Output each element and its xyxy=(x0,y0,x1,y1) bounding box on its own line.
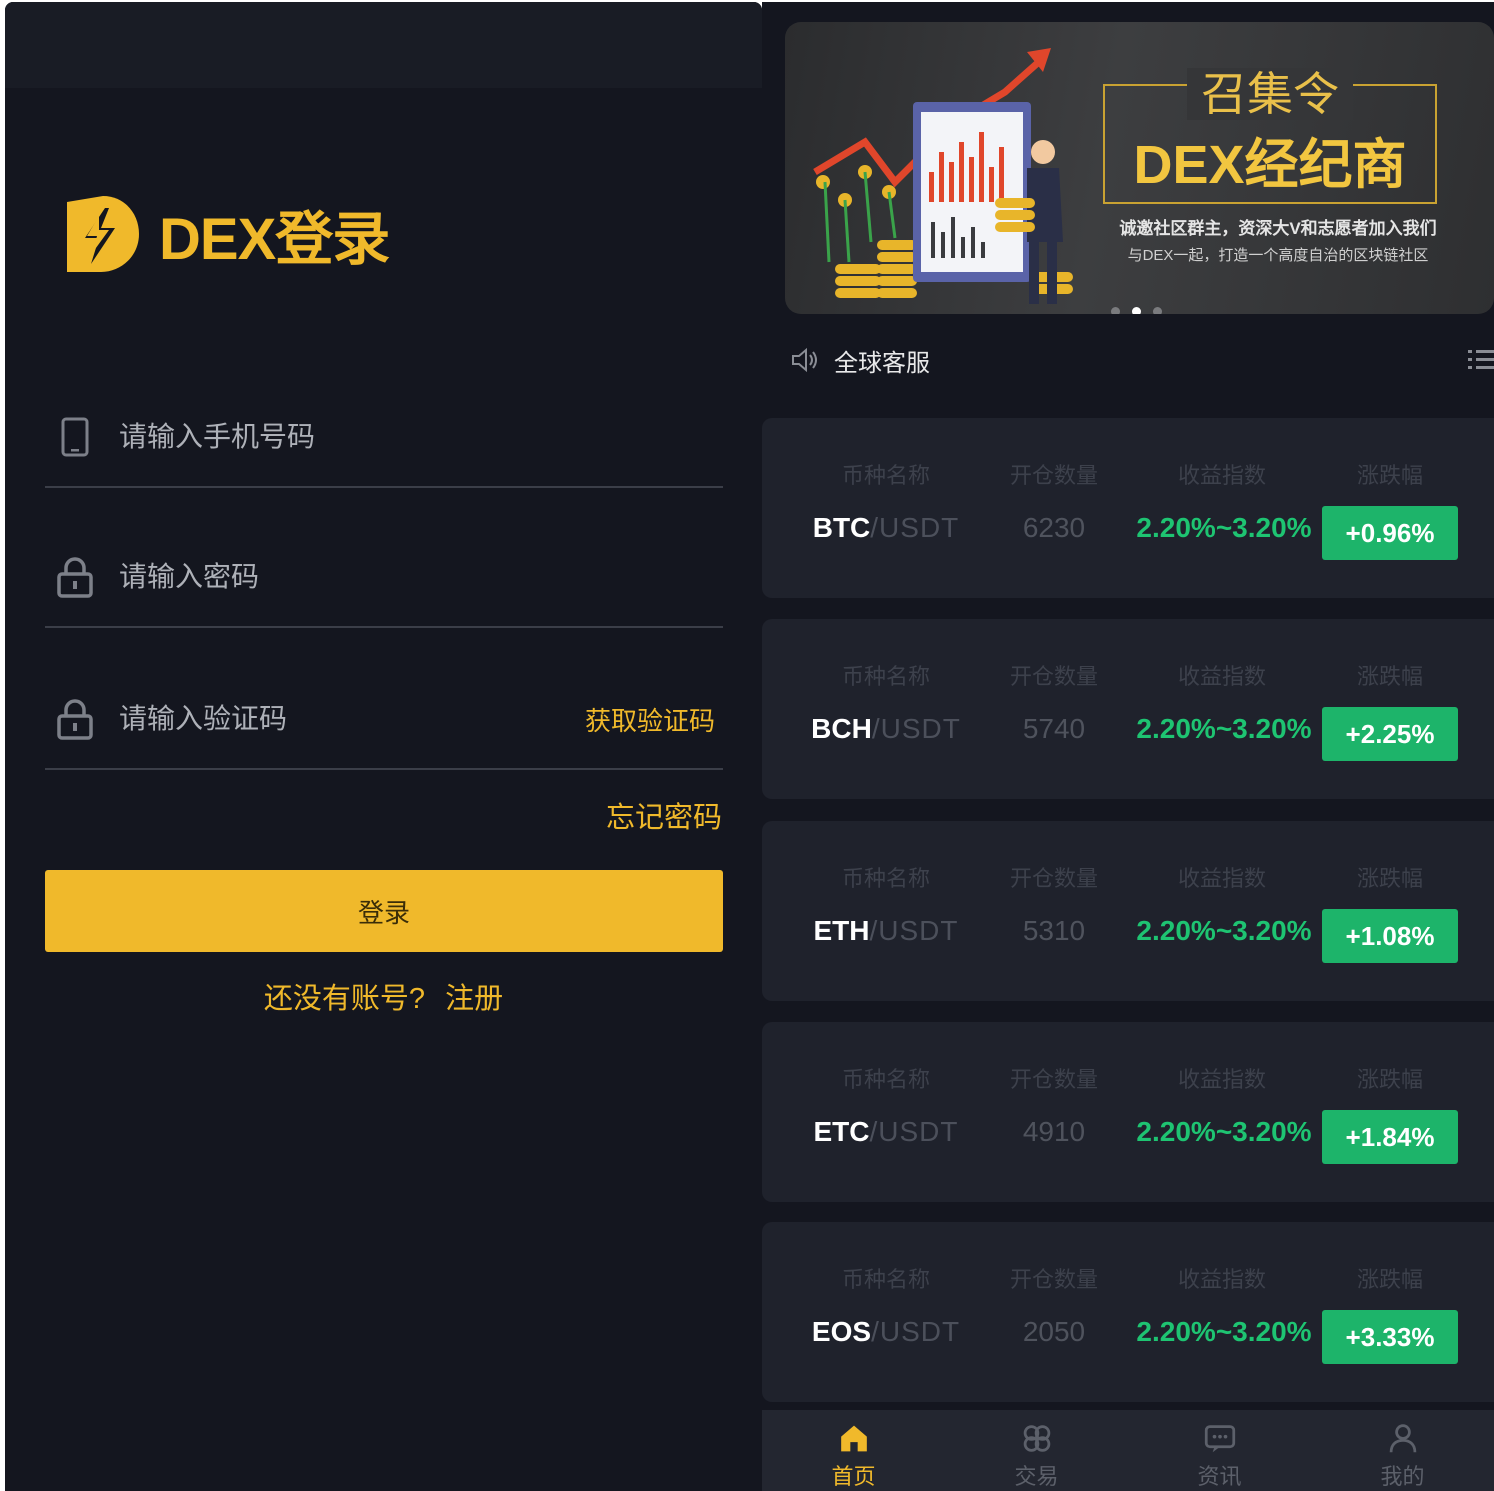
yield-range: 2.20%~3.20% xyxy=(1136,1116,1312,1147)
login-button[interactable]: 登录 xyxy=(45,870,723,952)
trade-icon xyxy=(1023,1425,1050,1452)
open-quantity: 4910 xyxy=(1022,1116,1086,1147)
change-badge: +3.33% xyxy=(1322,1310,1458,1364)
col-header-yield: 收益指数 xyxy=(1177,463,1266,488)
password-field xyxy=(45,528,723,628)
phone-icon xyxy=(55,414,95,460)
register-link[interactable]: 注册 xyxy=(445,983,503,1015)
col-header-qty: 开仓数量 xyxy=(1009,1267,1098,1292)
change-badge: +1.84% xyxy=(1322,1110,1458,1164)
col-header-yield: 收益指数 xyxy=(1177,866,1266,891)
carousel-dot-active[interactable] xyxy=(1132,307,1141,314)
forgot-password-link[interactable]: 忘记密码 xyxy=(606,794,722,836)
pair-name: ETC/USDT xyxy=(813,1116,959,1147)
tab-label: 首页 xyxy=(831,1464,876,1489)
password-input[interactable] xyxy=(119,561,723,593)
banner-title-main: DEX经纪商 xyxy=(1133,135,1407,195)
tab-label: 资讯 xyxy=(1197,1464,1242,1489)
yield-range: 2.20%~3.20% xyxy=(1136,915,1312,946)
col-header-change: 涨跌幅 xyxy=(1356,463,1423,488)
register-prompt: 还没有账号? xyxy=(263,983,426,1015)
tab-profile[interactable]: 我的 xyxy=(1311,1410,1494,1491)
dex-logo-icon xyxy=(67,196,139,272)
home-screen: 召集令 DEX经纪商 诚邀社区群主，资深大V和志愿者加入我们 与DEX一起，打造… xyxy=(762,2,1494,1491)
col-header-name: 币种名称 xyxy=(841,866,930,891)
open-quantity: 5310 xyxy=(1022,915,1086,946)
carousel-dot[interactable] xyxy=(1111,307,1120,314)
banner-subtitle-1: 诚邀社区群主，资深大V和志愿者加入我们 xyxy=(1119,219,1437,238)
get-code-button[interactable]: 获取验证码 xyxy=(585,701,715,738)
pair-name: BCH/USDT xyxy=(811,713,961,744)
tab-home[interactable]: 首页 xyxy=(762,1410,945,1491)
change-badge: +0.96% xyxy=(1322,506,1458,560)
market-card[interactable]: 币种名称 开仓数量 收益指数 涨跌幅 EOS/USDT 2050 2.20%~3… xyxy=(762,1222,1494,1402)
col-header-yield: 收益指数 xyxy=(1177,664,1266,689)
pair-name: BTC/USDT xyxy=(812,512,960,543)
news-icon xyxy=(1204,1425,1235,1453)
register-row: 还没有账号? 注册 xyxy=(5,975,762,1017)
col-header-qty: 开仓数量 xyxy=(1009,664,1098,689)
bottom-tab-bar: 首页 交易 资讯 我的 xyxy=(762,1410,1494,1491)
tab-trade[interactable]: 交易 xyxy=(945,1410,1128,1491)
pair-name: EOS/USDT xyxy=(811,1316,961,1347)
announcement-label: 全球客服 xyxy=(834,349,930,377)
col-header-name: 币种名称 xyxy=(841,664,930,689)
growth-chart-illustration xyxy=(813,48,1073,304)
banner-subtitle-2: 与DEX一起，打造一个高度自治的区块链社区 xyxy=(1127,247,1429,264)
phone-field xyxy=(45,388,723,488)
col-header-name: 币种名称 xyxy=(841,1267,930,1292)
carousel-dots xyxy=(1111,307,1162,314)
col-header-name: 币种名称 xyxy=(841,1067,930,1092)
open-quantity: 5740 xyxy=(1022,713,1086,744)
carousel-dot[interactable] xyxy=(1153,307,1162,314)
list-menu-icon[interactable] xyxy=(1468,346,1494,374)
col-header-qty: 开仓数量 xyxy=(1009,866,1098,891)
banner-title-top: 召集令 xyxy=(1103,58,1437,124)
verification-code-field: 获取验证码 xyxy=(45,670,723,770)
col-header-qty: 开仓数量 xyxy=(1009,1067,1098,1092)
tab-news[interactable]: 资讯 xyxy=(1128,1410,1311,1491)
status-bar xyxy=(5,2,762,88)
yield-range: 2.20%~3.20% xyxy=(1136,512,1312,543)
open-quantity: 2050 xyxy=(1022,1316,1086,1347)
yield-range: 2.20%~3.20% xyxy=(1136,713,1312,744)
speaker-icon xyxy=(792,347,817,373)
phone-input[interactable] xyxy=(119,421,723,453)
col-header-yield: 收益指数 xyxy=(1177,1067,1266,1092)
change-badge: +2.25% xyxy=(1322,707,1458,761)
tab-label: 交易 xyxy=(1014,1464,1059,1489)
market-card[interactable]: 币种名称 开仓数量 收益指数 涨跌幅 BCH/USDT 5740 2.20%~3… xyxy=(762,619,1494,799)
col-header-change: 涨跌幅 xyxy=(1356,664,1423,689)
col-header-qty: 开仓数量 xyxy=(1009,463,1098,488)
announcement-bar[interactable]: 全球客服 xyxy=(790,338,1494,382)
change-badge: +1.08% xyxy=(1322,909,1458,963)
open-quantity: 6230 xyxy=(1022,512,1086,543)
verification-code-input[interactable] xyxy=(119,703,585,735)
user-icon xyxy=(1389,1424,1416,1453)
col-header-change: 涨跌幅 xyxy=(1356,1067,1423,1092)
home-icon xyxy=(840,1425,867,1452)
promo-banner[interactable]: 召集令 DEX经纪商 诚邀社区群主，资深大V和志愿者加入我们 与DEX一起，打造… xyxy=(785,22,1494,314)
pair-name: ETH/USDT xyxy=(813,915,959,946)
col-header-name: 币种名称 xyxy=(841,463,930,488)
login-title: DEX登录 xyxy=(159,207,390,272)
market-card[interactable]: 币种名称 开仓数量 收益指数 涨跌幅 BTC/USDT 6230 2.20%~3… xyxy=(762,418,1494,598)
tab-label: 我的 xyxy=(1380,1464,1425,1489)
brand-header: DEX登录 xyxy=(63,192,390,276)
col-header-change: 涨跌幅 xyxy=(1356,1267,1423,1292)
market-card[interactable]: 币种名称 开仓数量 收益指数 涨跌幅 ETH/USDT 5310 2.20%~3… xyxy=(762,821,1494,1001)
lock-icon xyxy=(55,554,95,600)
lock-icon xyxy=(55,696,95,742)
yield-range: 2.20%~3.20% xyxy=(1136,1316,1312,1347)
col-header-yield: 收益指数 xyxy=(1177,1267,1266,1292)
market-card[interactable]: 币种名称 开仓数量 收益指数 涨跌幅 ETC/USDT 4910 2.20%~3… xyxy=(762,1022,1494,1202)
col-header-change: 涨跌幅 xyxy=(1356,866,1423,891)
login-screen: DEX登录 获取验证码 忘记密码 登录 还没有账号? 注册 xyxy=(5,2,762,1491)
